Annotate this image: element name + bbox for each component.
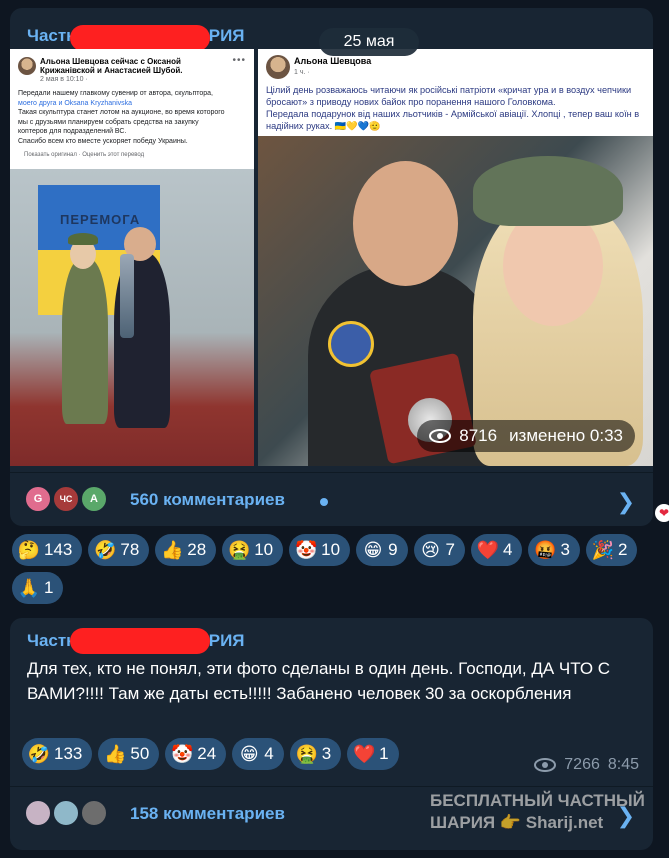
commenter-avatar: A (80, 485, 108, 513)
reaction-chip[interactable]: 😁 9 (356, 534, 408, 566)
reaction-chip[interactable]: ❤️ 1 (347, 738, 399, 770)
comments-link[interactable]: G ЧС A 560 комментариев ❯ (10, 472, 653, 526)
watermark: БЕСПЛАТНЫЙ ЧАСТНЫЙ ШАРИЯ 👉 Sharij.net (430, 791, 645, 832)
photo-scene-left: ПЕРЕМОГА (10, 169, 254, 466)
post-meta: 7266 8:45 (534, 756, 639, 774)
commenter-avatar (52, 799, 80, 827)
eye-icon (429, 429, 452, 443)
more-dots-icon: ••• (232, 55, 246, 66)
photo-scene-right (258, 136, 653, 466)
fb-post-card: Альона Шевцова 1 ч. · Цілий день розважа… (258, 49, 653, 136)
clown-emoji-icon: 🤡 (294, 539, 318, 560)
rofl-emoji-icon: 🤣 (94, 539, 117, 560)
reaction-chip[interactable]: 🤔 143 (12, 534, 83, 566)
patch (328, 321, 374, 367)
view-count: 7266 (564, 756, 600, 773)
fb-post-text: Передали нашему главкому сувенир от авто… (18, 90, 225, 145)
redaction-mark (70, 25, 210, 51)
clown-emoji-icon: 🤡 (171, 743, 194, 764)
reaction-chip[interactable]: 😢 7 (413, 534, 465, 566)
reaction-chip[interactable]: 😁 4 (232, 738, 284, 770)
commenter-avatar (24, 799, 52, 827)
author-avatar (266, 55, 290, 79)
chevron-right-icon: ❯ (616, 489, 635, 514)
comments-count: 560 комментариев (130, 490, 285, 509)
date-separator: 25 мая (319, 28, 419, 56)
fb-post-meta: 2 мая в 10:10 · (40, 76, 88, 83)
redaction-mark (70, 628, 210, 654)
heart-reaction-icon[interactable]: ❤ (655, 504, 669, 522)
post-time: 8:45 (607, 756, 639, 773)
commenter-avatar: G (24, 485, 52, 513)
person-figure (62, 259, 108, 424)
post-photo-left[interactable]: Альона Шевцова сейчас с Оксаной Крижанів… (10, 49, 254, 466)
party-popper-icon: 🎉 (591, 539, 615, 560)
swearing-emoji-icon: 🤬 (534, 539, 557, 560)
reactions-bar: 🤔 143 🤣 78 👍 28 🤮 10 🤡 10 😁 9 😢 7 ❤️ 4 🤬 3 🎉 2 🙏 1 (12, 534, 662, 604)
rofl-emoji-icon: 🤣 (27, 743, 51, 764)
reaction-chip[interactable]: 🙏 1 (12, 572, 64, 604)
commenter-avatar (80, 799, 108, 827)
reaction-chip[interactable]: 👍 28 (155, 534, 217, 566)
heart-icon: ❤️ (476, 539, 500, 560)
cry-emoji-icon: 😢 (421, 539, 440, 560)
comments-count: 158 комментариев (130, 804, 285, 823)
channel-post-1: Частн АРИЯ Альона Шевцова сейчас с Оксано… (10, 8, 653, 526)
reaction-chip[interactable]: 🤮 10 (222, 534, 284, 566)
pray-emoji-icon: 🙏 (17, 577, 41, 598)
post-photo-right[interactable]: Альона Шевцова 1 ч. · Цілий день розважа… (258, 49, 653, 466)
thumbs-up-icon: 👍 (161, 539, 184, 560)
commenter-avatar: ЧС (52, 485, 80, 513)
fb-translate-link: Показать оригинал · Оценить этот перевод (24, 152, 145, 158)
sculpture-gift (120, 254, 134, 338)
vomit-emoji-icon: 🤮 (295, 743, 318, 764)
heart-icon: ❤️ (352, 743, 376, 764)
reaction-chip[interactable]: 🤡 10 (289, 534, 351, 566)
reactions-bar: 🤣 133 👍 50 🤡 24 😁 4 🤮 3 ❤️ 1 (22, 738, 399, 770)
author-avatar (18, 57, 36, 75)
fb-post-meta: 1 ч. · (294, 69, 310, 76)
reaction-chip[interactable]: ❤️ 4 (471, 534, 523, 566)
vomit-emoji-icon: 🤮 (228, 539, 251, 560)
reaction-chip[interactable]: 👍 50 (98, 738, 160, 770)
fb-post-card: Альона Шевцова сейчас с Оксаной Крижанів… (10, 49, 254, 169)
eye-icon (534, 758, 557, 772)
reaction-chip[interactable]: 🎉 2 (585, 534, 638, 566)
post-text: Для тех, кто не понял, эти фото сделаны … (27, 659, 611, 703)
fb-author-line: Альона Шевцова сейчас с Оксаной Крижанів… (40, 57, 183, 75)
reaction-chip[interactable]: 🤣 133 (22, 738, 93, 770)
reaction-chip[interactable]: 🤡 24 (165, 738, 227, 770)
fb-post-text: Цілий день розважаюсь читаючи як російсь… (266, 85, 640, 131)
reaction-chip[interactable]: 🤬 3 (528, 534, 580, 566)
thinking-emoji-icon: 🤔 (17, 539, 41, 560)
reaction-chip[interactable]: 🤣 78 (88, 534, 150, 566)
reaction-chip[interactable]: 🤮 3 (289, 738, 342, 770)
fb-author-name: Альона Шевцова (294, 56, 372, 66)
view-count-badge: 8716 изменено 0:33 (417, 420, 635, 452)
unread-dot (320, 498, 328, 506)
grin-emoji-icon: 😁 (363, 539, 383, 560)
thumbs-up-icon: 👍 (104, 743, 127, 764)
grin-emoji-icon: 😁 (239, 743, 259, 764)
